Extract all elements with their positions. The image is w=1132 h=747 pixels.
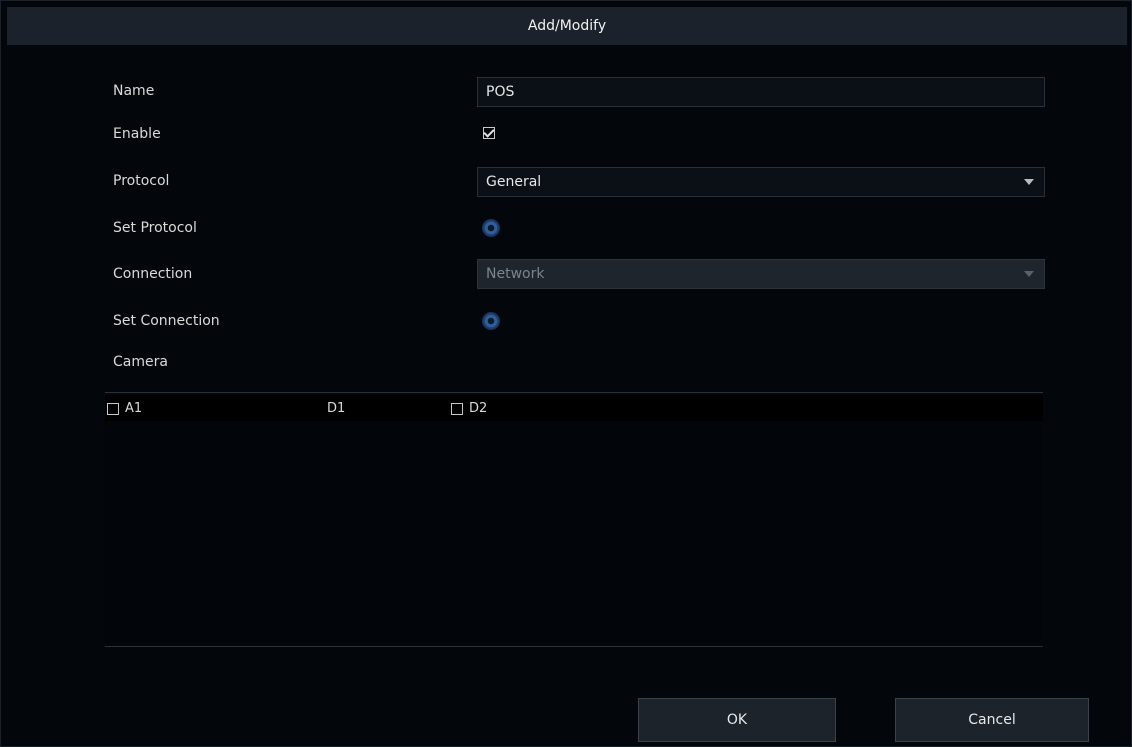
camera-d1-label: D1 (327, 401, 346, 416)
connection-select: Network (477, 259, 1045, 289)
camera-item-a1[interactable]: A1 (107, 401, 142, 416)
set-connection-gear-icon[interactable] (483, 313, 499, 329)
add-modify-dialog: Add/Modify Name POS Enable Protocol Gene… (0, 0, 1132, 747)
camera-a1-label: A1 (125, 401, 143, 416)
camera-d2-checkbox[interactable] (451, 402, 463, 415)
camera-divider (105, 392, 1043, 393)
protocol-select-value: General (486, 174, 542, 190)
enable-checkbox[interactable] (483, 127, 495, 139)
camera-list-area (105, 421, 1043, 643)
set-protocol-gear-icon[interactable] (483, 220, 499, 236)
enable-label: Enable (113, 126, 161, 142)
ok-button[interactable]: OK (638, 698, 836, 742)
set-protocol-label: Set Protocol (113, 220, 197, 236)
camera-row (105, 395, 1043, 421)
camera-item-d1[interactable]: D1 (327, 401, 345, 416)
cancel-button[interactable]: Cancel (895, 698, 1089, 742)
name-label: Name (113, 83, 155, 99)
name-input-value: POS (486, 84, 515, 100)
protocol-label: Protocol (113, 173, 170, 189)
chevron-down-icon (1024, 179, 1034, 185)
cancel-button-label: Cancel (968, 712, 1016, 728)
bottom-divider (105, 646, 1043, 647)
camera-label: Camera (113, 354, 168, 370)
ok-button-label: OK (726, 712, 748, 728)
dialog-title-bar: Add/Modify (7, 7, 1127, 45)
dialog-title: Add/Modify (527, 18, 607, 34)
set-connection-label: Set Connection (113, 313, 220, 329)
camera-item-d2[interactable]: D2 (451, 401, 487, 416)
protocol-select[interactable]: General (477, 167, 1045, 197)
connection-select-value: Network (486, 266, 545, 282)
name-input[interactable]: POS (477, 77, 1045, 107)
connection-label: Connection (113, 266, 193, 282)
chevron-down-icon (1024, 271, 1034, 277)
camera-d2-label: D2 (469, 401, 488, 416)
camera-a1-checkbox[interactable] (107, 402, 119, 415)
